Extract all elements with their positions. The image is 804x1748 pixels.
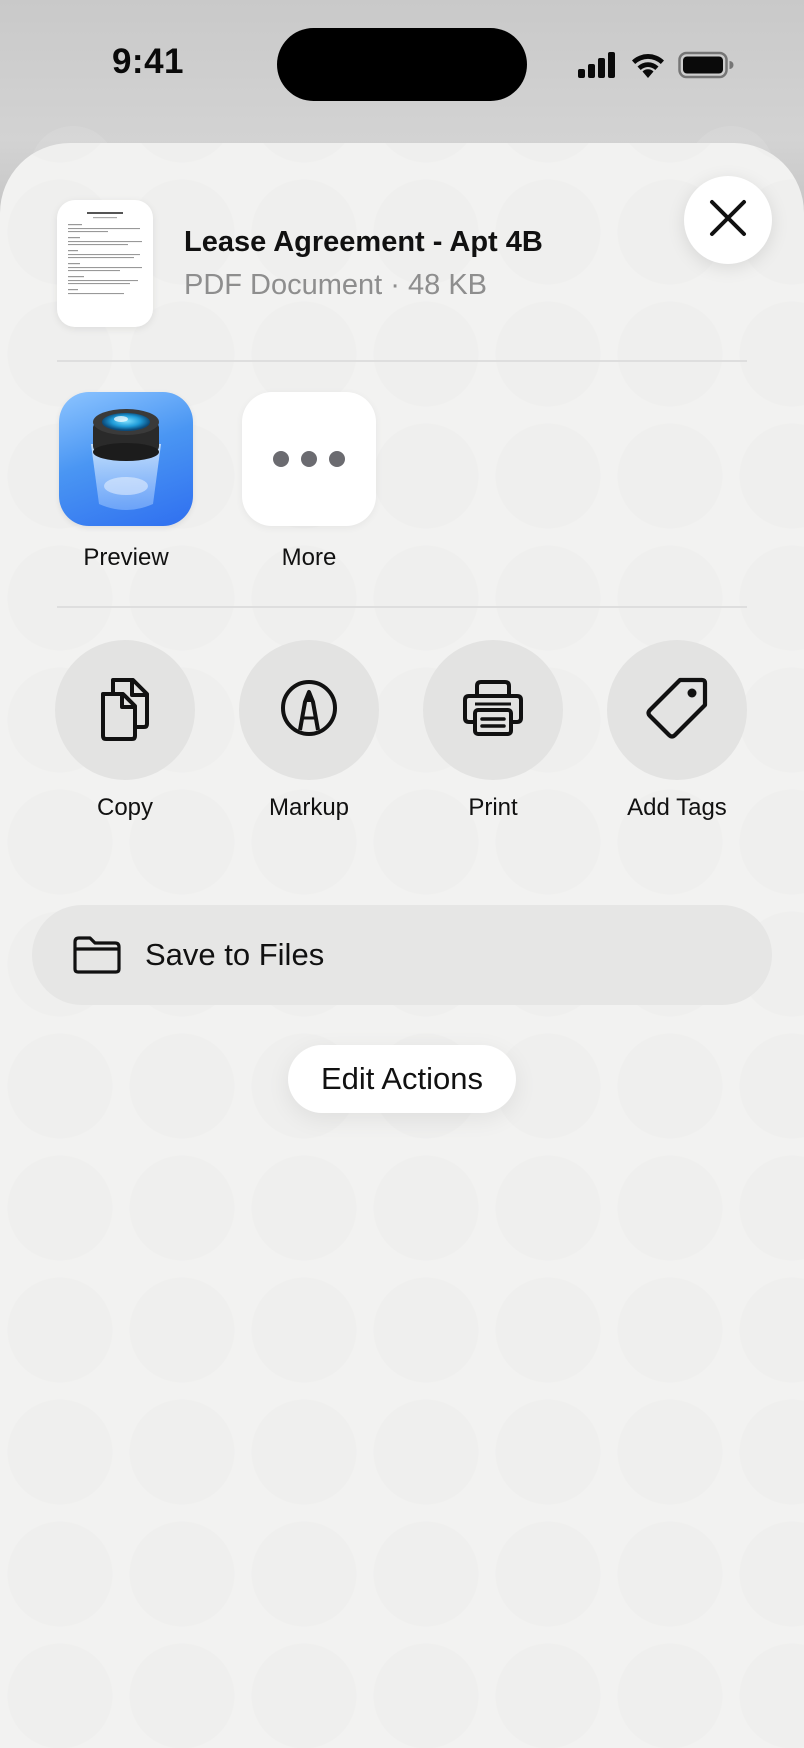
battery-icon <box>678 51 734 79</box>
status-icons <box>578 48 734 82</box>
share-sheet: Lease Agreement - Apt 4B PDF Document · … <box>0 143 804 1748</box>
tag-icon <box>644 675 710 746</box>
pdf-document-thumbnail <box>57 200 153 327</box>
cellular-signal-icon <box>578 52 618 78</box>
action-label-print: Print <box>468 794 518 821</box>
edit-actions-button[interactable]: Edit Actions <box>288 1045 516 1113</box>
action-label-markup: Markup <box>268 794 350 821</box>
dot <box>273 451 289 467</box>
close-button[interactable] <box>684 176 772 264</box>
action-circle[interactable] <box>239 640 379 780</box>
dot <box>301 451 317 467</box>
action-label-add-tags: Add Tags <box>627 794 727 821</box>
app-label-preview: Preview <box>83 544 169 571</box>
action-label-copy: Copy <box>96 794 154 821</box>
status-bar: 9:41 <box>0 0 804 130</box>
action-circle[interactable] <box>55 640 195 780</box>
app-item-preview[interactable]: Preview <box>46 392 206 572</box>
action-circle[interactable] <box>423 640 563 780</box>
action-circle[interactable] <box>607 640 747 780</box>
app-item-more[interactable]: More <box>229 392 389 572</box>
dot <box>329 451 345 467</box>
document-subtitle: PDF Document · 48 KB <box>184 269 487 301</box>
action-add-tags[interactable]: Add Tags <box>587 640 767 822</box>
action-print[interactable]: Print <box>403 640 583 822</box>
save-to-files-button[interactable]: Save to Files <box>32 905 772 1005</box>
divider <box>57 360 747 362</box>
action-copy[interactable]: Copy <box>35 640 215 822</box>
dynamic-island <box>277 28 527 101</box>
folder-icon <box>72 935 122 980</box>
save-to-files-label: Save to Files <box>145 937 325 972</box>
more-dots-icon[interactable] <box>242 392 376 526</box>
action-markup[interactable]: Markup <box>219 640 399 822</box>
preview-app-icon[interactable] <box>59 392 193 526</box>
app-label-more: More <box>281 544 337 571</box>
wifi-icon <box>630 51 666 79</box>
document-title: Lease Agreement - Apt 4B <box>184 226 543 258</box>
copy-documents-icon <box>95 674 155 747</box>
markup-pen-icon <box>279 678 339 743</box>
status-time: 9:41 <box>111 42 185 81</box>
printer-icon <box>461 678 525 743</box>
divider <box>57 606 747 608</box>
close-icon <box>709 199 747 242</box>
